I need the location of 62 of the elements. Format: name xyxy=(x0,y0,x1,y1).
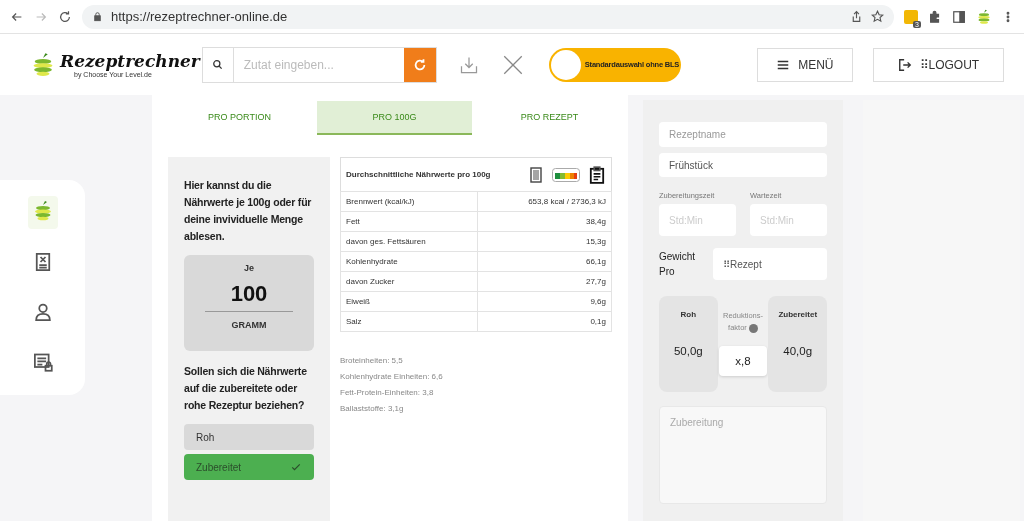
amount-unit: GRAMM xyxy=(231,320,267,330)
table-cell: Kohlenhydrate xyxy=(340,251,478,272)
recipe-name-field[interactable]: Rezeptname xyxy=(659,122,827,147)
close-icon[interactable] xyxy=(502,54,523,75)
apple-avatar-icon xyxy=(976,8,992,25)
amount-label: Je xyxy=(244,263,254,273)
raw-value: 50,0g xyxy=(672,344,704,360)
raw-label: Roh xyxy=(680,310,697,320)
factor-field[interactable]: x,8 xyxy=(719,346,767,377)
table-cell: 38,4g xyxy=(477,211,612,232)
info-text: Hier kannst du die Nährwerte je 100g oder für deine invividuelle Menge ablesen. xyxy=(184,178,313,244)
table-title: Durchschnittliche Nährwerte pro 100g xyxy=(346,170,491,179)
weight-field[interactable]: ⠿Rezept xyxy=(713,248,827,281)
user-icon xyxy=(32,302,53,323)
table-cell: Salz xyxy=(340,311,478,332)
option-button[interactable]: Roh xyxy=(184,424,314,450)
table-cell: 27,7g xyxy=(477,271,612,292)
table-cell: 0,1g xyxy=(477,311,612,332)
tab[interactable]: PRO PORTION xyxy=(162,101,317,135)
refresh-button[interactable] xyxy=(403,47,436,82)
table-cell: Brennwert (kcal/kJ) xyxy=(340,191,478,212)
tab[interactable]: PRO 100G xyxy=(317,101,472,135)
star-icon xyxy=(871,10,884,23)
cooked-label: Zubereitet xyxy=(778,310,818,320)
nutri-score-icon xyxy=(552,167,580,182)
share-icon xyxy=(850,10,863,23)
clipboard-icon xyxy=(588,164,606,185)
unit-text: Kohlenhydrate Einheiten: 6,6 xyxy=(340,372,444,381)
menu-button[interactable]: MENÜ xyxy=(757,47,853,82)
search-icon xyxy=(212,59,224,70)
check-icon xyxy=(290,461,302,473)
refresh-icon xyxy=(412,57,427,72)
unit-text: Broteinheiten: 5,5 xyxy=(340,356,404,365)
table-cell: davon ges. Fettsäuren xyxy=(340,231,478,252)
amount-value: 100 xyxy=(230,281,268,307)
table-cell: 66,1g xyxy=(477,251,612,272)
unit-text: Ballaststoffe: 3,1g xyxy=(340,404,405,413)
logout-icon xyxy=(897,57,912,72)
table-cell: 653,8 kcal / 2736,3 kJ xyxy=(477,191,612,212)
lock-icon xyxy=(92,11,103,22)
table-cell: Eiweiß xyxy=(340,291,478,312)
table-cell: davon Zucker xyxy=(340,271,478,292)
weight-label: Gewicht Pro xyxy=(659,250,697,280)
puzzle-icon xyxy=(928,9,942,24)
sidepanel-icon xyxy=(952,9,966,24)
cooked-value: 40,0g xyxy=(782,344,814,360)
question-text: Sollen sich die Nährwerte auf die zubereitete oder rohe Rezeptur beziehen? xyxy=(184,364,308,413)
table-cell: 15,3g xyxy=(477,231,612,252)
extension-icon[interactable] xyxy=(904,9,918,24)
table-cell: Fett xyxy=(340,211,478,232)
table-cell: 9,6g xyxy=(477,291,612,312)
label-icon xyxy=(528,165,544,184)
search-placeholder: Zutat eingeben... xyxy=(242,56,335,74)
logo-text: Rezeptrechner xyxy=(60,51,200,71)
category-field[interactable]: Frühstück xyxy=(659,152,827,178)
tab[interactable]: PRO REZEPT xyxy=(472,101,627,135)
logout-button[interactable]: ⠿LOGOUT xyxy=(872,47,1005,82)
checklist-lock-icon xyxy=(32,352,53,373)
unit-text: Fett-Protein-Einheiten: 3,8 xyxy=(340,388,435,397)
option-button[interactable]: Zubereitet xyxy=(184,454,314,480)
address-bar[interactable]: https://rezeptrechner-online.de xyxy=(82,4,894,29)
reload-icon xyxy=(58,9,72,24)
